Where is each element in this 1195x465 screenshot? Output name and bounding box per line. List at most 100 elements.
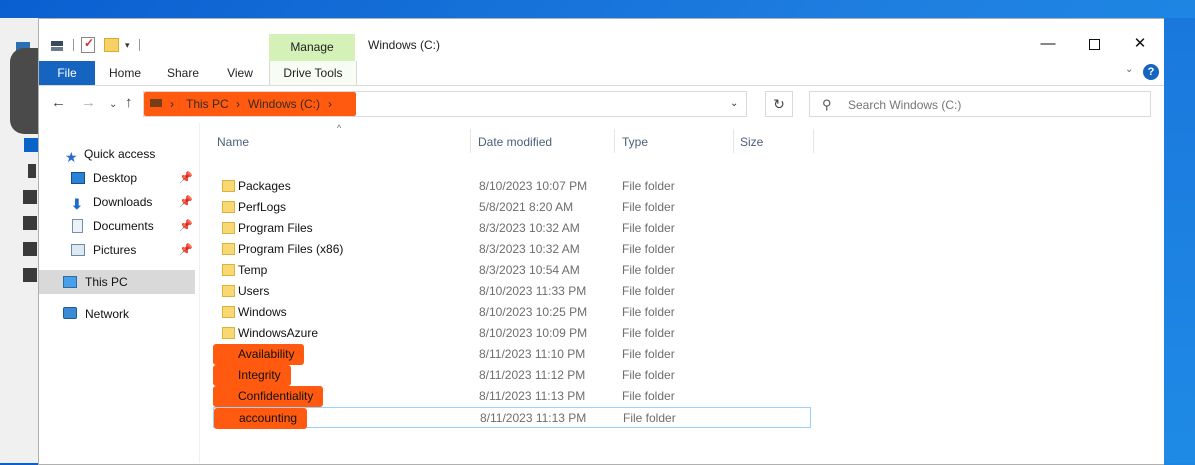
- pin-icon[interactable]: 📌: [179, 167, 193, 189]
- folder-icon: [222, 285, 235, 297]
- sidebar-item-documents[interactable]: Documents 📌: [39, 215, 195, 237]
- sidebar-item-this-pc[interactable]: This PC: [39, 270, 195, 294]
- table-row[interactable]: Users 8/10/2023 11:33 PM File folder: [213, 281, 811, 302]
- tab-home[interactable]: Home: [101, 61, 149, 85]
- tab-view[interactable]: View: [217, 61, 263, 85]
- expand-ribbon-icon[interactable]: ⌄: [1125, 64, 1133, 75]
- sidebar-item-label: Pictures: [93, 243, 137, 257]
- maximize-button[interactable]: [1071, 29, 1117, 59]
- file-name: Windows: [238, 305, 287, 319]
- table-row[interactable]: Confidentiality 8/11/2023 11:13 PM File …: [213, 386, 811, 407]
- file-name: Program Files: [238, 221, 313, 235]
- maximize-icon: [1088, 38, 1100, 50]
- breadcrumb-separator[interactable]: ›: [328, 97, 332, 111]
- tab-file[interactable]: File: [39, 61, 95, 85]
- checkmark-icon[interactable]: ✓: [81, 36, 95, 53]
- new-folder-icon[interactable]: [104, 38, 119, 52]
- column-divider[interactable]: [470, 129, 471, 153]
- sidebar-item-label: This PC: [85, 275, 128, 289]
- table-row[interactable]: Integrity 8/11/2023 11:12 PM File folder: [213, 365, 811, 386]
- manage-contextual-tab[interactable]: Manage: [269, 34, 355, 61]
- forward-arrow-icon[interactable]: →: [81, 94, 96, 111]
- bar-icon: [28, 164, 36, 178]
- documents-icon: [72, 219, 83, 233]
- table-row[interactable]: Availability 8/11/2023 11:10 PM File fol…: [213, 344, 811, 365]
- column-divider[interactable]: [733, 129, 734, 153]
- file-name: accounting: [214, 408, 308, 429]
- tab-share[interactable]: Share: [157, 61, 209, 85]
- sidebar-item-desktop[interactable]: Desktop 📌: [39, 167, 195, 189]
- column-header-name[interactable]: Name: [217, 129, 249, 155]
- search-input[interactable]: [846, 95, 1140, 115]
- sidebar-item-label: Downloads: [93, 195, 153, 209]
- file-date: 8/3/2023 10:54 AM: [479, 263, 580, 277]
- file-type: File folder: [622, 326, 675, 340]
- file-name: Availability: [213, 344, 305, 365]
- table-row-selected[interactable]: accounting 8/11/2023 11:13 PM File folde…: [213, 407, 811, 429]
- table-row[interactable]: PerfLogs 5/8/2021 8:20 AM File folder: [213, 197, 811, 218]
- file-date: 8/10/2023 10:25 PM: [479, 305, 588, 319]
- sidebar-item-downloads[interactable]: ⬇ Downloads 📌: [39, 191, 195, 213]
- file-name: Temp: [238, 263, 268, 277]
- column-header-date-modified[interactable]: Date modified: [478, 129, 552, 155]
- file-date: 8/11/2023 11:10 PM: [479, 347, 586, 361]
- file-date: 8/10/2023 11:33 PM: [479, 284, 587, 298]
- column-divider[interactable]: [813, 129, 814, 153]
- column-header-type[interactable]: Type: [622, 129, 648, 155]
- sort-ascending-icon: ^: [337, 123, 342, 133]
- breadcrumb-this-pc[interactable]: This PC: [186, 97, 229, 111]
- folder-icon: [222, 243, 235, 255]
- file-name: Users: [238, 284, 270, 298]
- search-box[interactable]: ⚲: [809, 91, 1151, 117]
- folder-icon: [222, 222, 235, 234]
- back-arrow-icon[interactable]: ←: [51, 94, 66, 111]
- file-date: 5/8/2021 8:20 AM: [479, 200, 574, 214]
- sidebar-item-quick-access[interactable]: ★ Quick access: [39, 143, 195, 165]
- file-type: File folder: [622, 284, 675, 298]
- table-row[interactable]: Program Files 8/3/2023 10:32 AM File fol…: [213, 218, 811, 239]
- pin-icon[interactable]: 📌: [179, 215, 193, 237]
- file-type: File folder: [623, 411, 676, 425]
- sidebar-item-label: Quick access: [84, 147, 156, 161]
- table-row[interactable]: Packages 8/10/2023 10:07 PM File folder: [213, 176, 811, 197]
- table-row[interactable]: Program Files (x86) 8/3/2023 10:32 AM Fi…: [213, 239, 811, 260]
- back-circle-icon: [10, 48, 38, 134]
- tab-drive-tools[interactable]: Drive Tools: [269, 61, 357, 85]
- qat-dropdown-icon[interactable]: ▾: [125, 40, 130, 56]
- file-name: Program Files (x86): [238, 242, 344, 256]
- close-icon: ✕: [1133, 35, 1147, 52]
- refresh-button[interactable]: ↻: [765, 91, 793, 117]
- address-bar[interactable]: › This PC › Windows (C:) › ⌄: [143, 91, 747, 117]
- breadcrumb-windows-c[interactable]: Windows (C:): [248, 97, 320, 111]
- file-type: File folder: [622, 179, 675, 193]
- table-row[interactable]: Windows 8/10/2023 10:25 PM File folder: [213, 302, 811, 323]
- table-row[interactable]: WindowsAzure 8/10/2023 10:09 PM File fol…: [213, 323, 811, 344]
- help-icon[interactable]: ?: [1143, 64, 1159, 80]
- address-dropdown-icon[interactable]: ⌄: [730, 98, 738, 109]
- pin-icon[interactable]: 📌: [179, 239, 193, 261]
- sidebar-item-network[interactable]: Network: [39, 303, 195, 325]
- column-header-size[interactable]: Size: [740, 129, 763, 155]
- recent-locations-icon[interactable]: ⌄: [109, 99, 117, 110]
- breadcrumb-separator[interactable]: ›: [170, 97, 174, 111]
- breadcrumb-separator[interactable]: ›: [236, 97, 240, 111]
- minimize-button[interactable]: —: [1025, 29, 1071, 59]
- refresh-icon: ↻: [773, 96, 785, 112]
- column-divider[interactable]: [614, 129, 615, 153]
- table-row[interactable]: Temp 8/3/2023 10:54 AM File folder: [213, 260, 811, 281]
- title-bar: ✓ ▾ Manage Windows (C:) — ✕: [39, 19, 1164, 61]
- properties-icon[interactable]: [49, 37, 65, 53]
- close-button[interactable]: ✕: [1117, 29, 1163, 59]
- settings-icon: [23, 268, 37, 282]
- file-date: 8/11/2023 11:13 PM: [479, 389, 586, 403]
- file-type: File folder: [622, 305, 675, 319]
- folder-icon: [222, 180, 235, 192]
- tiles-icon: [23, 216, 37, 230]
- sidebar-item-pictures[interactable]: Pictures 📌: [39, 239, 195, 261]
- pin-icon[interactable]: 📌: [179, 191, 193, 213]
- up-arrow-icon[interactable]: ↑: [125, 94, 133, 111]
- star-icon: ★: [65, 149, 78, 165]
- folder-icon: [222, 201, 235, 213]
- sidebar-item-label: Network: [85, 307, 130, 321]
- file-date: 8/3/2023 10:32 AM: [479, 221, 580, 235]
